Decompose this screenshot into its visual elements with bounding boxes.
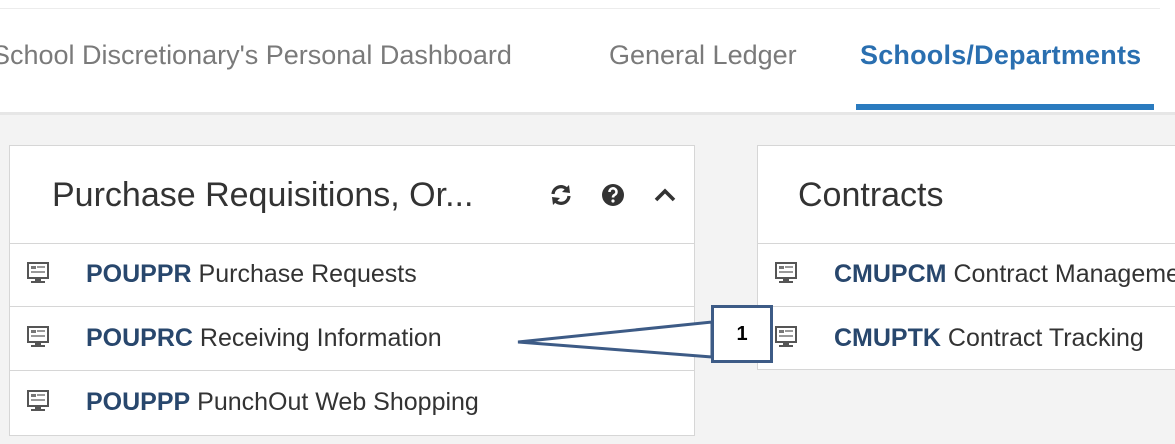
- tab-bar: School Discretionary's Personal Dashboar…: [0, 0, 1175, 115]
- list-item-code[interactable]: POUPRC: [86, 324, 193, 352]
- list-item-link[interactable]: POUPPR Purchase Requests: [86, 260, 417, 289]
- list-item-pouppr[interactable]: POUPPR Purchase Requests: [10, 243, 694, 307]
- list-item-link[interactable]: CMUPCM Contract Management: [834, 260, 1175, 289]
- list-item-code[interactable]: POUPPR: [86, 260, 192, 288]
- monitor-icon: [26, 389, 50, 413]
- list-item-pouppp[interactable]: POUPPP PunchOut Web Shopping: [10, 371, 694, 435]
- tab-bar-top-divider: [0, 8, 1160, 9]
- monitor-icon: [774, 325, 798, 349]
- monitor-icon: [26, 325, 50, 349]
- tab-personal-dashboard[interactable]: School Discretionary's Personal Dashboar…: [0, 40, 512, 71]
- contracts-panel: Contracts CMUPCM Contract Management: [757, 145, 1175, 370]
- list-item-code[interactable]: CMUPTK: [834, 324, 941, 352]
- panel-header: Contracts: [758, 146, 1175, 244]
- list-item-pouprc[interactable]: POUPRC Receiving Information: [10, 307, 694, 371]
- tab-general-ledger[interactable]: General Ledger: [609, 40, 797, 71]
- list-item-code[interactable]: POUPPP: [86, 388, 190, 416]
- list-item-label[interactable]: PunchOut Web Shopping: [197, 388, 479, 416]
- monitor-icon: [774, 261, 798, 285]
- list-item-link[interactable]: POUPRC Receiving Information: [86, 324, 442, 353]
- monitor-icon: [26, 261, 50, 285]
- list-item-label[interactable]: Contract Tracking: [948, 324, 1144, 352]
- list-item-link[interactable]: CMUPTK Contract Tracking: [834, 324, 1144, 353]
- list-item-cmupcm[interactable]: CMUPCM Contract Management: [758, 243, 1175, 307]
- list-item-label[interactable]: Receiving Information: [200, 324, 442, 352]
- active-tab-indicator: [856, 104, 1154, 110]
- collapse-icon[interactable]: [652, 182, 678, 208]
- refresh-icon[interactable]: [548, 182, 574, 208]
- list-item-code[interactable]: CMUPCM: [834, 260, 947, 288]
- list-item-label[interactable]: Contract Management: [953, 260, 1175, 288]
- list-item-cmuptk[interactable]: CMUPTK Contract Tracking: [758, 307, 1175, 371]
- panel-title: Purchase Requisitions, Or...: [52, 176, 474, 214]
- list-item-link[interactable]: POUPPP PunchOut Web Shopping: [86, 388, 479, 417]
- purchase-requisitions-panel: Purchase Requisitions, Or... POUPPR Purc…: [9, 145, 695, 436]
- panel-title: Contracts: [798, 176, 944, 214]
- panel-header: Purchase Requisitions, Or...: [10, 146, 694, 244]
- tab-schools-departments[interactable]: Schools/Departments: [860, 40, 1141, 71]
- callout-badge: 1: [711, 305, 773, 363]
- help-icon[interactable]: [600, 182, 626, 208]
- list-item-label[interactable]: Purchase Requests: [199, 260, 417, 288]
